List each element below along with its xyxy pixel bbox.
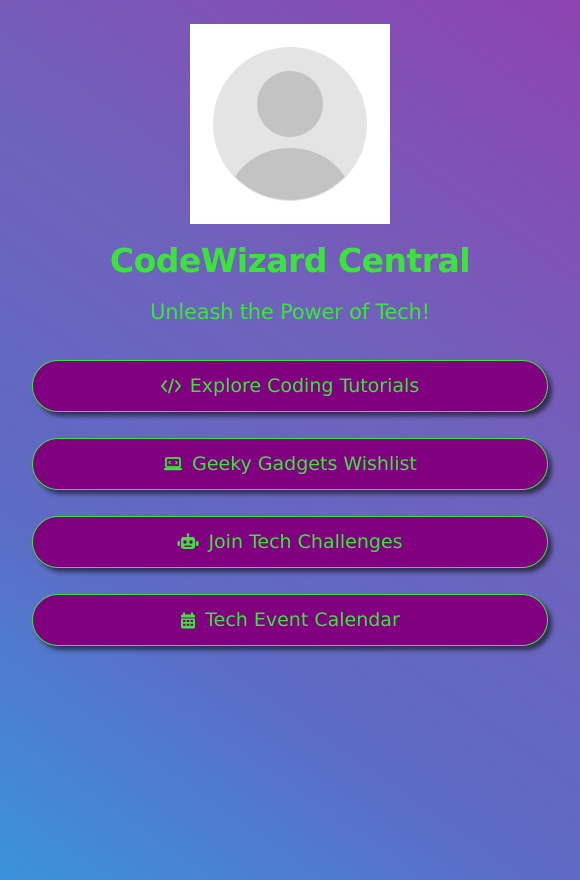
calendar-icon	[180, 612, 196, 629]
profile-name: CodeWizard Central	[109, 241, 471, 280]
profile-avatar	[190, 24, 390, 224]
laptop-icon	[163, 456, 183, 472]
default-user-avatar-icon	[213, 47, 367, 201]
code-icon	[160, 378, 181, 394]
link-label: Tech Event Calendar	[205, 609, 400, 631]
tech-event-calendar-button[interactable]: Tech Event Calendar	[32, 594, 548, 646]
profile-tagline: Unleash the Power of Tech!	[150, 300, 430, 324]
join-tech-challenges-button[interactable]: Join Tech Challenges	[32, 516, 548, 568]
link-label: Join Tech Challenges	[208, 531, 403, 553]
link-label: Geeky Gadgets Wishlist	[192, 453, 417, 475]
robot-icon	[177, 533, 199, 551]
link-label: Explore Coding Tutorials	[189, 375, 420, 397]
explore-coding-tutorials-button[interactable]: Explore Coding Tutorials	[32, 360, 548, 412]
geeky-gadgets-wishlist-button[interactable]: Geeky Gadgets Wishlist	[32, 438, 548, 490]
